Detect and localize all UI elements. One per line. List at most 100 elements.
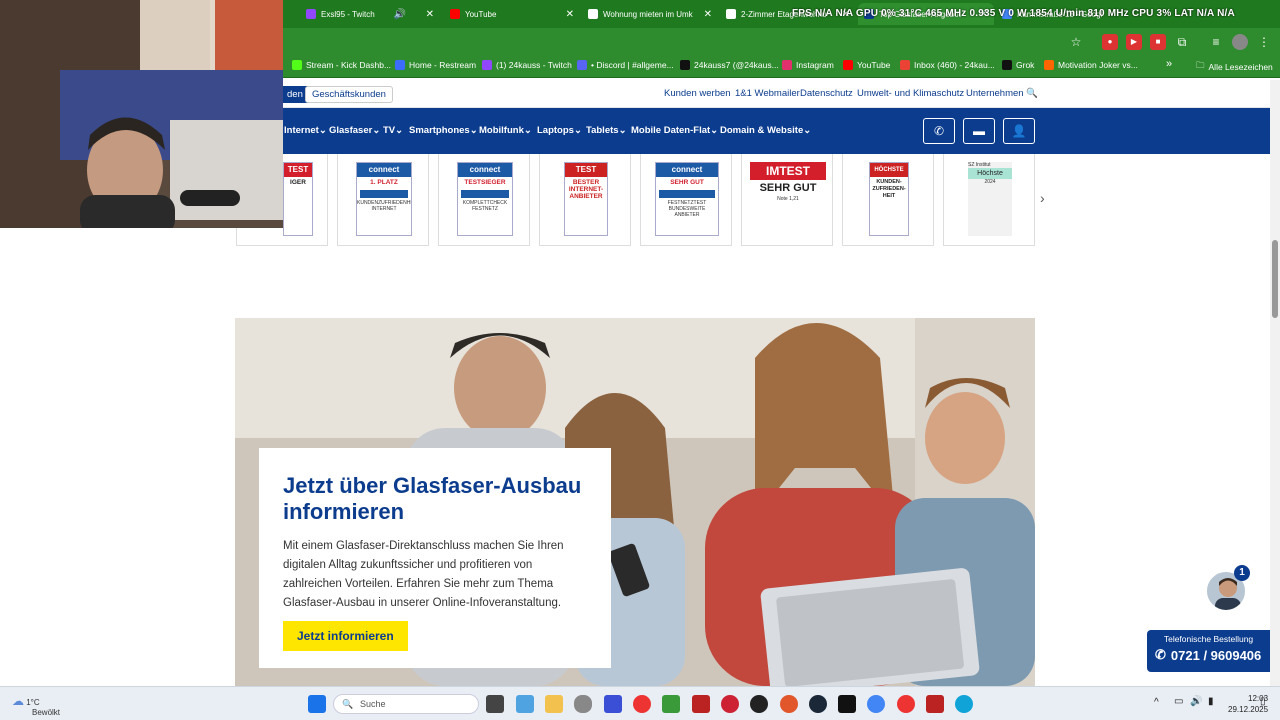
app-icon[interactable] <box>750 695 768 713</box>
nav-tablets[interactable]: Tablets⌄ <box>586 125 627 136</box>
steam-icon[interactable] <box>809 695 827 713</box>
chat-button[interactable]: ▬ <box>963 118 995 144</box>
bookmark-label: YouTube <box>857 60 891 70</box>
bookmark-item[interactable]: • Discord | #allgeme... <box>577 60 674 70</box>
nav-smartphones[interactable]: Smartphones⌄ <box>409 125 478 136</box>
file-explorer-icon[interactable] <box>545 695 563 713</box>
nav-label: Tablets <box>586 125 619 136</box>
award-title: TESTSIEGER <box>464 179 506 186</box>
tab-twitch[interactable]: Exsl95 - Twitch 🔊 ✕ <box>300 3 440 25</box>
nav-label: Glasfaser <box>329 125 373 136</box>
profile-avatar-icon[interactable] <box>1232 34 1248 50</box>
app-icon[interactable] <box>780 695 798 713</box>
nav-mobilfunk[interactable]: Mobilfunk⌄ <box>479 125 532 136</box>
bookmark-item[interactable]: YouTube <box>843 60 890 70</box>
award-badge: IMTEST SEHR GUT Note 1,21 <box>741 154 833 246</box>
taskbar-search[interactable]: 🔍 Suche <box>333 694 479 714</box>
meta-link[interactable]: Datenschutz <box>800 88 853 99</box>
app-icon[interactable] <box>926 695 944 713</box>
meta-link[interactable]: Unternehmen <box>966 88 1024 99</box>
menu-icon[interactable]: ⋮ <box>1256 34 1272 50</box>
bookmarks-more-button[interactable]: » <box>1166 58 1172 70</box>
search-icon: 🔍 <box>342 699 354 709</box>
page-scrollbar[interactable] <box>1270 80 1280 686</box>
chat-icon: ▬ <box>973 124 985 138</box>
twitch-icon <box>482 60 492 70</box>
meta-link[interactable]: 1&1 Webmailer <box>735 88 800 99</box>
meta-link[interactable]: Kunden werben <box>664 88 731 99</box>
opera-icon[interactable] <box>897 695 915 713</box>
award-badge: connect TESTSIEGER KOMPLETTCHECK FESTNET… <box>438 154 530 246</box>
bookmark-label: 24kauss7 (@24kaus... <box>694 60 779 70</box>
all-bookmarks-button[interactable]: 🗀 Alle Lesezeichen <box>1196 60 1273 74</box>
bookmark-item[interactable]: Inbox (460) - 24kau... <box>900 60 995 70</box>
star-icon[interactable]: ☆ <box>1068 34 1084 50</box>
tiktok-icon <box>680 60 690 70</box>
award-head: TEST <box>284 163 312 177</box>
scrollbar-thumb[interactable] <box>1272 240 1278 318</box>
volume-icon[interactable]: 🔊 <box>1190 696 1202 707</box>
speaker-icon[interactable]: 🔊 <box>388 9 406 20</box>
app-icon[interactable] <box>662 695 680 713</box>
extension-icon[interactable]: ▶ <box>1126 34 1142 50</box>
close-icon[interactable]: ✕ <box>698 9 712 20</box>
search-icon[interactable]: 🔍 <box>1026 88 1038 99</box>
bookmark-item[interactable]: Grok <box>1002 60 1034 70</box>
calculator-icon[interactable] <box>516 695 534 713</box>
nav-label: Mobilfunk <box>479 125 524 136</box>
extension-icon[interactable]: ● <box>1102 34 1118 50</box>
weather-widget[interactable]: ☁ 1°C Bewölkt <box>12 694 60 717</box>
task-view-icon[interactable] <box>486 695 504 713</box>
award-head: connect <box>458 163 512 177</box>
award-badge: SZ Institut Höchste 2024 <box>943 154 1035 246</box>
phone-order-widget[interactable]: Telefonische Bestellung ✆ 0721 / 9609406 <box>1147 630 1270 672</box>
award-badge: connect SEHR GUT FESTNETZTEST BUNDESWEIT… <box>640 154 732 246</box>
bookmark-item[interactable]: Stream - Kick Dashb... <box>292 60 391 70</box>
phone-order-label: Telefonische Bestellung <box>1163 634 1254 644</box>
inform-now-button[interactable]: Jetzt informieren <box>283 621 408 651</box>
bookmark-item[interactable]: 24kauss7 (@24kaus... <box>680 60 779 70</box>
bookmark-item[interactable]: Motivation Joker vs... <box>1044 60 1138 70</box>
nav-internet[interactable]: Internet⌄ <box>284 125 327 136</box>
chrome-icon[interactable] <box>867 695 885 713</box>
close-icon[interactable]: ✕ <box>420 9 434 20</box>
nav-label: Smartphones <box>409 125 470 136</box>
bookmark-item[interactable]: (1) 24kauss - Twitch <box>482 60 572 70</box>
mouse-app-icon[interactable] <box>574 695 592 713</box>
carousel-next-icon[interactable]: › <box>1040 190 1045 206</box>
kick-icon <box>292 60 302 70</box>
notification-icon[interactable]: ▯ <box>1260 696 1266 707</box>
bookmark-item[interactable]: Instagram <box>782 60 834 70</box>
webcam-overlay <box>0 0 283 228</box>
epic-games-icon[interactable] <box>838 695 856 713</box>
edge-icon[interactable] <box>955 695 973 713</box>
app-icon[interactable] <box>721 695 739 713</box>
nav-laptops[interactable]: Laptops⌄ <box>537 125 582 136</box>
v-app-icon[interactable] <box>604 695 622 713</box>
nav-mobile-daten-flat[interactable]: Mobile Daten-Flat⌄ <box>631 125 718 136</box>
app-icon[interactable] <box>633 695 651 713</box>
tab-wohnung[interactable]: Wohnung mieten im Umk ✕ <box>582 3 718 25</box>
network-icon[interactable]: ▭ <box>1174 696 1183 707</box>
phone-button[interactable]: ✆ <box>923 118 955 144</box>
puzzle-icon[interactable]: ⧉ <box>1174 34 1190 50</box>
search-placeholder: Suche <box>360 699 386 709</box>
media-icon[interactable]: ≡ <box>1208 34 1224 50</box>
meta-link[interactable]: Umwelt- und Klimaschutz <box>857 88 964 99</box>
battery-icon[interactable]: ▮ <box>1208 696 1214 707</box>
nav-glasfaser[interactable]: Glasfaser⌄ <box>329 125 380 136</box>
account-button[interactable]: 👤 <box>1003 118 1035 144</box>
business-customers-tab[interactable]: Geschäftskunden <box>305 86 393 103</box>
windows-start-icon[interactable] <box>308 695 326 713</box>
chevron-up-icon[interactable]: ^ <box>1154 697 1159 708</box>
phone-icon: ✆ <box>933 124 945 138</box>
app-icon[interactable] <box>692 695 710 713</box>
bookmark-item[interactable]: Home - Restream <box>395 60 476 70</box>
nav-tv[interactable]: TV⌄ <box>383 125 403 136</box>
award-head: connect <box>357 163 411 177</box>
extension-icon[interactable]: ■ <box>1150 34 1166 50</box>
award-title: BESTER INTERNET-ANBIETER <box>568 179 604 200</box>
nav-domain-website[interactable]: Domain & Website⌄ <box>720 125 811 136</box>
close-icon[interactable]: ✕ <box>560 9 574 20</box>
tab-youtube[interactable]: YouTube ✕ <box>444 3 580 25</box>
